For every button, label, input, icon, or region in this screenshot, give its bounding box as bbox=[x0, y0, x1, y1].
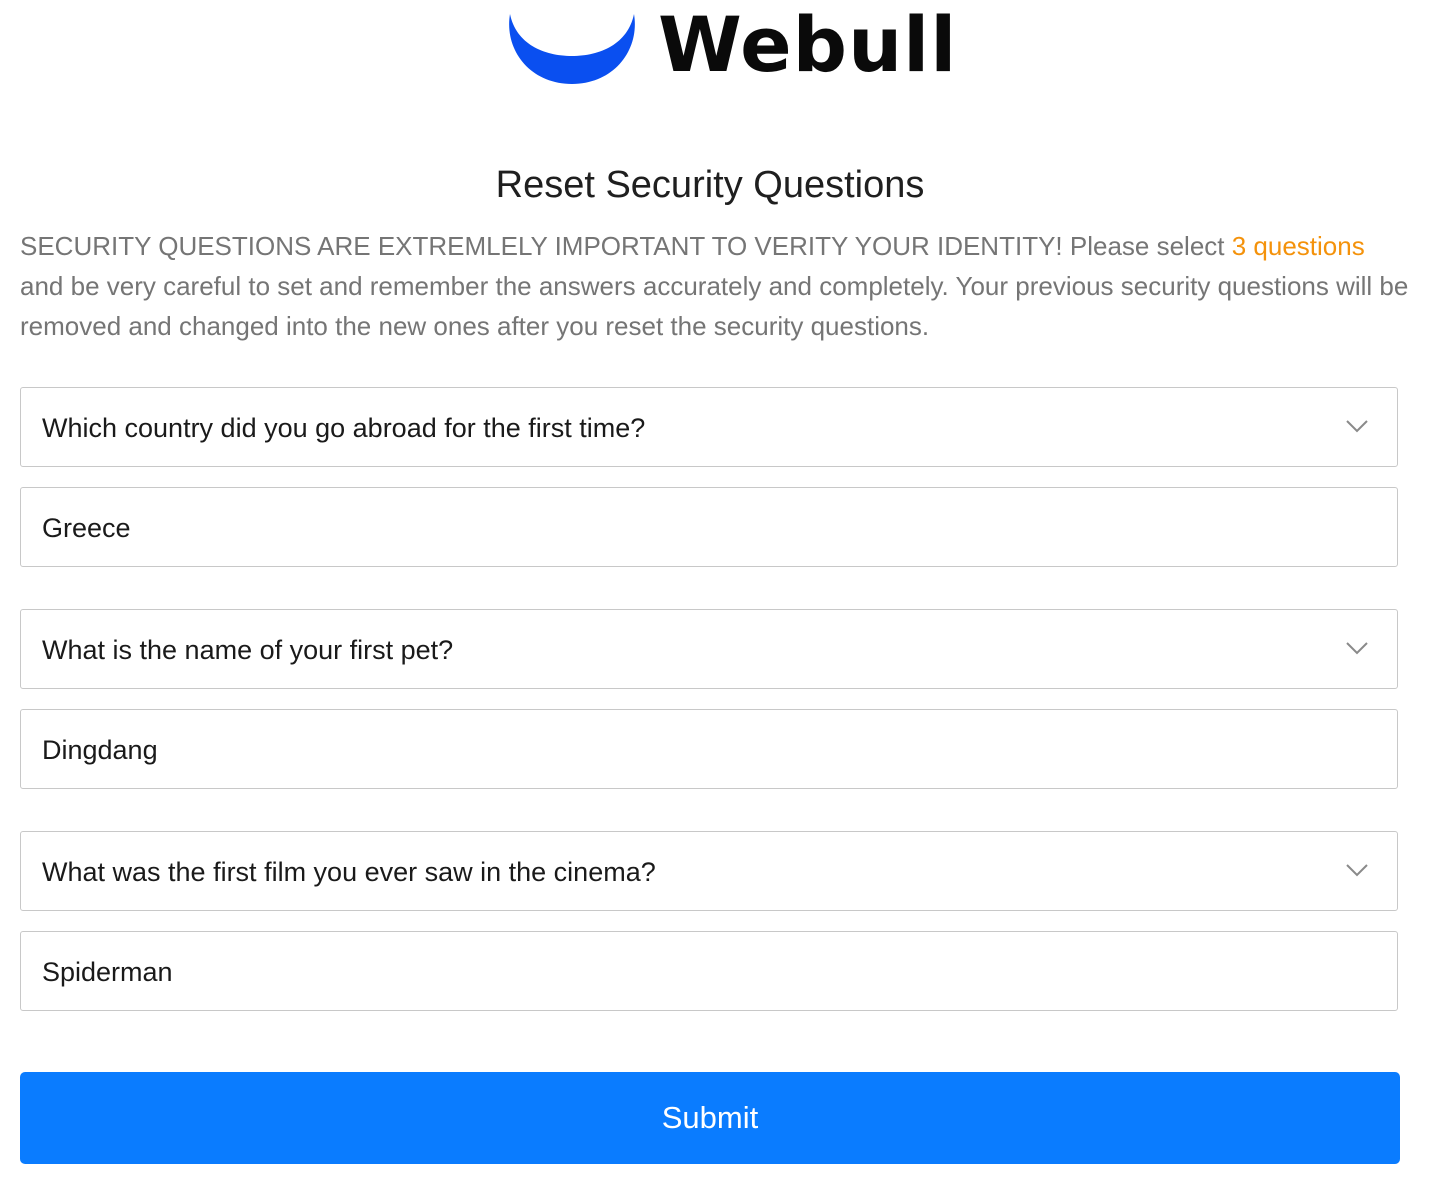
answer-input-value: Greece bbox=[42, 513, 131, 543]
notice-text-continued: and be very careful to set and remember … bbox=[20, 271, 1409, 341]
security-notice: SECURITY QUESTIONS ARE EXTREMLELY IMPORT… bbox=[20, 226, 1410, 346]
answer-input-1[interactable]: Greece bbox=[20, 487, 1398, 567]
submit-button[interactable]: Submit bbox=[20, 1072, 1400, 1164]
question-select-value: What is the name of your first pet? bbox=[42, 635, 454, 665]
answer-input-2[interactable]: Dingdang bbox=[20, 709, 1398, 789]
notice-highlight: 3 questions bbox=[1231, 231, 1365, 261]
brand-name: Webull bbox=[658, 0, 958, 89]
question-select-value: Which country did you go abroad for the … bbox=[42, 413, 646, 443]
question-select-3[interactable]: What was the first film you ever saw in … bbox=[20, 831, 1398, 911]
page-title: Reset Security Questions bbox=[495, 164, 925, 206]
chevron-down-icon bbox=[1346, 864, 1368, 877]
answer-input-value: Spiderman bbox=[42, 957, 173, 987]
question-select-2[interactable]: What is the name of your first pet? bbox=[20, 609, 1398, 689]
chevron-down-icon bbox=[1346, 420, 1368, 433]
chevron-down-icon bbox=[1346, 642, 1368, 655]
question-select-1[interactable]: Which country did you go abroad for the … bbox=[20, 387, 1398, 467]
answer-input-3[interactable]: Spiderman bbox=[20, 931, 1398, 1011]
notice-text: SECURITY QUESTIONS ARE EXTREMLELY IMPORT… bbox=[20, 231, 1232, 261]
webull-crescent-icon bbox=[509, 14, 635, 84]
question-select-value: What was the first film you ever saw in … bbox=[42, 857, 656, 887]
webull-logo: Webull bbox=[500, 0, 956, 100]
answer-input-value: Dingdang bbox=[42, 735, 158, 765]
